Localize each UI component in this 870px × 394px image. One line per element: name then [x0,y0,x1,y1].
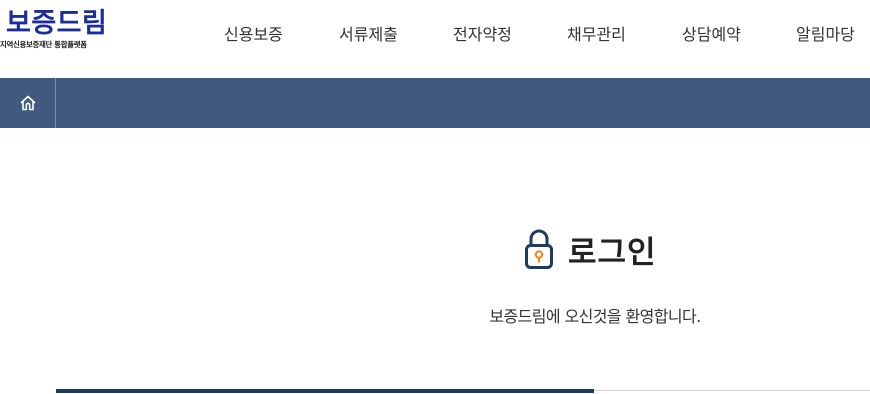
login-tab-inactive-indicator[interactable] [594,390,870,391]
login-tab-active-indicator[interactable] [56,389,594,393]
login-title: 로그인 [568,234,657,271]
nav-item-consultation-booking[interactable]: 상담예약 [682,22,741,48]
nav-item-electronic-agreement[interactable]: 전자약정 [453,22,512,48]
site-logo[interactable]: 보증드림 지역신용보증재단 통합플랫폼 [0,8,120,50]
login-tabs [56,389,870,394]
nav-item-credit-guarantee[interactable]: 신용보증 [224,22,283,48]
welcome-message: 보증드림에 오신것을 환영합니다. [489,307,701,326]
logo-subtitle: 지역신용보증재단 통합플랫폼 [0,40,87,49]
site-header: 보증드림 지역신용보증재단 통합플랫폼 신용보증 서류제출 전자약정 채무관리 … [0,0,870,78]
logo-title: 보증드림 [6,8,108,39]
sub-navigation-bar [0,78,870,128]
home-icon [20,95,35,111]
home-button[interactable] [0,78,56,128]
login-heading: 로그인 [524,226,657,272]
lock-icon [525,229,553,269]
nav-item-notices[interactable]: 알림마당 [796,22,855,48]
nav-item-debt-management[interactable]: 채무관리 [567,22,626,48]
nav-item-document-submission[interactable]: 서류제출 [339,22,398,48]
